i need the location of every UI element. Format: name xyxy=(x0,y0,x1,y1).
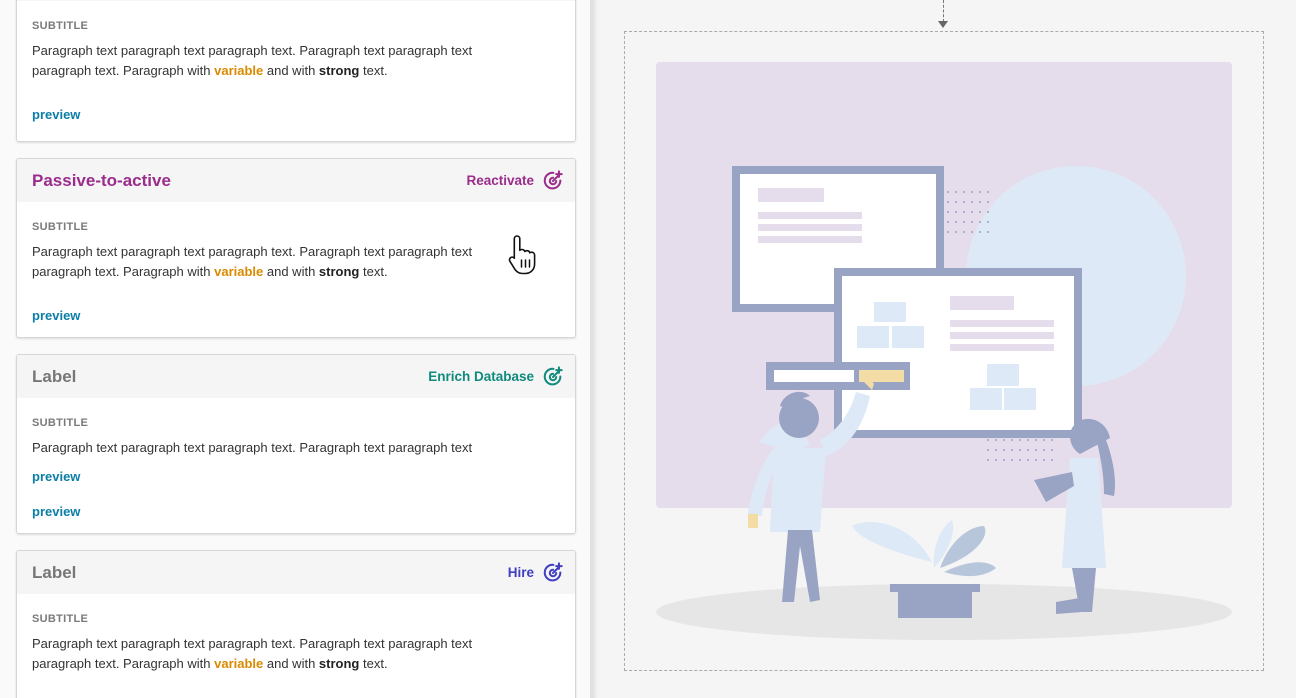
action-label: Enrich Database xyxy=(428,369,534,384)
card-body: SUBTITLE Paragraph text paragraph text p… xyxy=(17,221,575,323)
strong-text: strong xyxy=(318,63,360,78)
card-header: Passive-to-active Reactivate xyxy=(17,159,575,202)
preview-link[interactable]: preview xyxy=(32,308,560,323)
target-plus-icon xyxy=(543,561,563,581)
card-subtitle: SUBTITLE xyxy=(32,221,89,233)
card-header: Label Hire xyxy=(17,551,575,594)
card-subtitle: SUBTITLE xyxy=(32,613,89,625)
card-title: Passive-to-active xyxy=(32,170,171,190)
variable-text: variable xyxy=(214,656,264,671)
card-header-strip xyxy=(17,0,575,1)
card-body: SUBTITLE Paragraph text paragraph text p… xyxy=(17,613,575,674)
card-enrich-database: Label Enrich Database SUBTITLE Paragraph… xyxy=(16,354,576,534)
action-label: Reactivate xyxy=(466,173,534,188)
card-paragraph: Paragraph text paragraph text paragraph … xyxy=(32,440,473,455)
card-paragraph: Paragraph text paragraph text paragraph … xyxy=(32,636,473,671)
enrich-database-button[interactable]: Enrich Database xyxy=(428,365,564,388)
card-paragraph: Paragraph text paragraph text paragraph … xyxy=(32,244,473,279)
card-passive-to-active: Passive-to-active Reactivate SUBTITLE Pa… xyxy=(16,158,576,338)
card-subtitle: SUBTITLE xyxy=(32,20,89,32)
preview-link[interactable]: preview xyxy=(32,107,560,122)
connector-line xyxy=(943,0,944,22)
hire-button[interactable]: Hire xyxy=(507,561,564,584)
preview-link[interactable]: preview xyxy=(32,504,560,519)
target-plus-icon xyxy=(543,169,563,189)
team-illustration xyxy=(656,62,1232,640)
card-subtitle: SUBTITLE xyxy=(32,417,89,429)
card-top: SUBTITLE Paragraph text paragraph text p… xyxy=(16,0,576,142)
variable-text: variable xyxy=(214,63,264,78)
card-body: SUBTITLE Paragraph text paragraph text p… xyxy=(17,20,575,122)
card-body: SUBTITLE Paragraph text paragraph text p… xyxy=(17,417,575,519)
variable-text: variable xyxy=(214,264,264,279)
action-label: Hire xyxy=(507,565,534,580)
strong-text: strong xyxy=(318,656,360,671)
preview-link[interactable]: preview xyxy=(32,469,560,484)
card-paragraph: Paragraph text paragraph text paragraph … xyxy=(32,43,473,78)
cards-panel: SUBTITLE Paragraph text paragraph text p… xyxy=(0,0,592,698)
card-title: Label xyxy=(32,366,77,386)
hand-cursor-icon xyxy=(508,235,536,275)
connector-arrow-icon xyxy=(938,21,948,28)
reactivate-button[interactable]: Reactivate xyxy=(466,169,564,192)
card-title: Label xyxy=(32,562,77,582)
target-plus-icon xyxy=(543,365,563,385)
card-hire: Label Hire SUBTITLE Paragraph text parag… xyxy=(16,550,576,698)
card-header: Label Enrich Database xyxy=(17,355,575,398)
panel-shadow xyxy=(590,0,598,698)
strong-text: strong xyxy=(318,264,360,279)
